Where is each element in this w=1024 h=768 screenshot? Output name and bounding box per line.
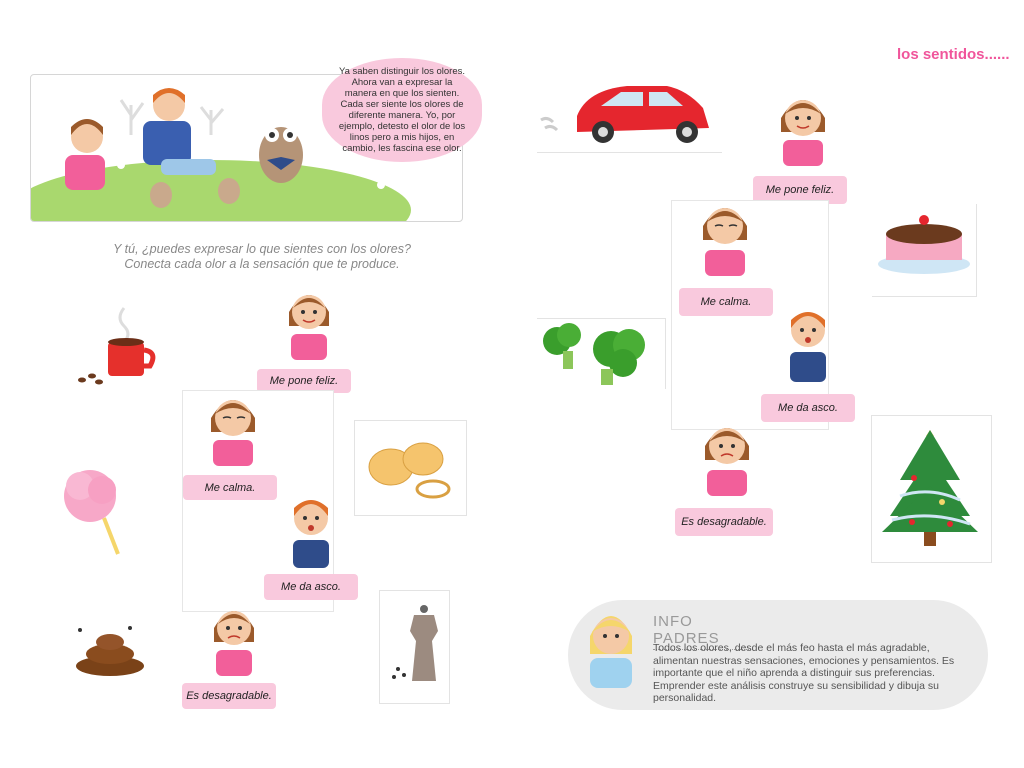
coffee-cup-icon <box>78 307 156 385</box>
onions-icon <box>368 442 451 499</box>
christmas-tree-frame <box>871 415 992 563</box>
feeling-label-calm-right[interactable]: Me calma. <box>679 288 773 316</box>
feeling-label-disgust-right[interactable]: Me da asco. <box>761 394 855 422</box>
boy-disgust-icon-right <box>790 312 826 382</box>
instruction-line-2: Conecta cada olor a la sensación que te … <box>124 257 400 271</box>
girl-calm-icon-right <box>703 208 747 276</box>
cake-icon <box>878 215 970 274</box>
girl-calm-icon <box>211 400 255 466</box>
feeling-label-calm[interactable]: Me calma. <box>183 475 277 500</box>
pepper-mill-icon <box>392 605 438 681</box>
cake-frame <box>872 204 977 297</box>
info-padres-text: Todos los olores, desde el más feo hasta… <box>653 642 955 704</box>
girl-happy-icon <box>289 295 329 360</box>
page-title: los sentidos...... <box>897 46 1010 63</box>
broccoli-frame <box>537 318 666 389</box>
instruction-line-1: Y tú, ¿puedes expresar lo que sientes co… <box>113 242 411 256</box>
poop-icon <box>76 626 144 676</box>
car-frame <box>537 76 722 153</box>
christmas-tree-icon <box>882 430 978 546</box>
pepper-mill-frame <box>379 590 450 704</box>
feeling-label-disgust[interactable]: Me da asco. <box>264 574 358 600</box>
boy-disgust-icon <box>293 500 329 568</box>
girl-unpleasant-icon-right <box>705 428 749 496</box>
instructions: Y tú, ¿puedes expresar lo que sientes co… <box>92 242 432 272</box>
broccoli-icon <box>543 323 645 385</box>
cotton-candy-icon <box>64 470 120 555</box>
parent-avatar-icon <box>590 616 632 688</box>
red-car-icon <box>540 86 709 143</box>
feeling-label-unpleasant[interactable]: Es desagradable. <box>182 683 276 709</box>
owl-speech-bubble: Ya saben distinguir los olores. Ahora va… <box>322 58 482 162</box>
girl-happy-icon-right <box>781 100 825 166</box>
feeling-label-unpleasant-right[interactable]: Es desagradable. <box>675 508 773 536</box>
girl-unpleasant-icon <box>214 611 254 676</box>
onions-frame <box>354 420 467 516</box>
